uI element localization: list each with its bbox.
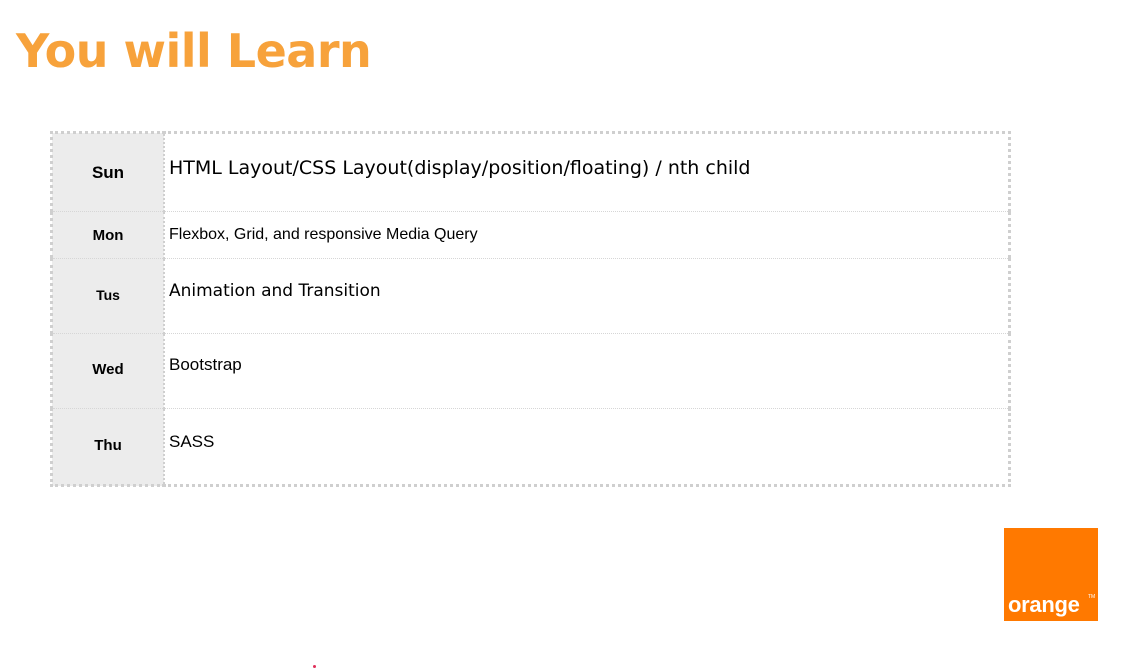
day-cell: Thu [51, 408, 165, 486]
logo-text: orange [1008, 592, 1080, 617]
day-cell: Tus [51, 258, 165, 334]
day-label: Sun [91, 163, 125, 182]
topic-cell: Flexbox, Grid, and responsive Media Quer… [164, 211, 1010, 259]
day-cell: Sun [51, 132, 165, 212]
topic-cell: SASS [164, 408, 1010, 486]
table-row: Mon Flexbox, Grid, and responsive Media … [51, 211, 1010, 259]
day-cell: Mon [51, 211, 165, 259]
logo-trademark: TM [1088, 594, 1096, 600]
table-row: Sun HTML Layout/CSS Layout(display/posit… [51, 132, 1010, 212]
schedule-table: Sun HTML Layout/CSS Layout(display/posit… [50, 131, 1011, 487]
orange-logo: TM orange [1004, 528, 1098, 621]
slide: You will Learn Sun HTML Layout/CSS Layou… [0, 0, 1122, 669]
decorative-dot [313, 665, 316, 668]
topic-label: Bootstrap [169, 355, 242, 374]
day-label: Thu [94, 437, 122, 454]
table-row: Tus Animation and Transition [51, 258, 1010, 334]
table-row: Thu SASS [51, 408, 1010, 486]
day-label: Mon [92, 227, 124, 244]
topic-label: SASS [169, 432, 215, 451]
table-row: Wed Bootstrap [51, 333, 1010, 409]
topic-label: Animation and Transition [169, 281, 381, 301]
page-title: You will Learn [16, 24, 372, 78]
topic-label: HTML Layout/CSS Layout(display/position/… [169, 157, 751, 179]
day-label: Wed [92, 361, 124, 378]
day-label: Tus [96, 287, 120, 303]
topic-cell: Bootstrap [164, 333, 1010, 409]
topic-label: Flexbox, Grid, and responsive Media Quer… [169, 226, 478, 243]
topic-cell: Animation and Transition [164, 258, 1010, 334]
topic-cell: HTML Layout/CSS Layout(display/position/… [164, 132, 1010, 212]
day-cell: Wed [51, 333, 165, 409]
